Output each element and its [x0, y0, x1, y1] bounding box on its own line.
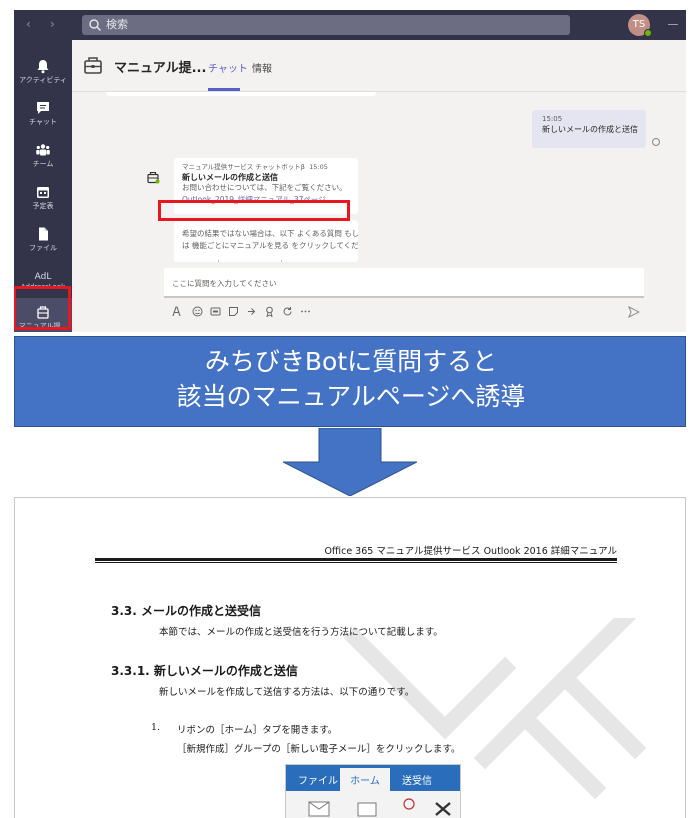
compose-toolbar [164, 302, 644, 324]
loop-icon[interactable] [282, 306, 293, 317]
ribbon-tab-home: ホーム [340, 768, 390, 791]
emoji-icon[interactable] [192, 306, 203, 317]
highlight-box-manual-link [158, 200, 350, 221]
minimize-icon[interactable] [668, 24, 678, 25]
message-time: 15:05 [542, 115, 563, 123]
explanation-banner: みちびきBotに質問すると 該当のマニュアルページへ誘導 [14, 336, 686, 427]
forward-icon[interactable]: › [50, 17, 55, 31]
followup-line: は 機能ごとにマニュアルを見る をクリックしてください。 [182, 241, 358, 250]
title-bar: ‹ › 検索 TS [14, 10, 686, 40]
step-text: リボンの［ホーム］タブを開きます。 [177, 725, 338, 736]
bot-avatar-icon [147, 171, 160, 184]
rail-item-calendar[interactable]: 予定表 [14, 178, 72, 218]
running-header: Office 365 マニュアル提供サービス Outlook 2016 詳細マニ… [324, 546, 617, 557]
sticker-icon[interactable] [228, 306, 239, 317]
step-number: 1. [151, 722, 161, 733]
rail-item-chat[interactable]: チャット [14, 94, 72, 134]
rail-label: 予定表 [32, 202, 54, 210]
tab-info[interactable]: 情報 [252, 60, 272, 75]
delete-icon [435, 802, 451, 816]
gif-icon[interactable] [210, 306, 221, 317]
new-email-icon [308, 801, 330, 817]
chat-icon [37, 102, 49, 114]
chat-pane: 15:05 新しいメールの作成と送信 マニュアル提供サービス チャットボットβ … [72, 92, 686, 262]
rail-item-files[interactable]: ファイル [14, 220, 72, 260]
header-rule [95, 558, 617, 561]
tab-active-indicator [208, 88, 240, 91]
previous-message-edge [106, 92, 376, 96]
outlook-ribbon-screenshot: ファイル ホーム 送受信 [285, 764, 461, 818]
bell-icon [37, 60, 49, 74]
file-icon [39, 227, 48, 241]
bot-message-intro: お問い合わせについては、下記をご覧ください。 [182, 183, 347, 192]
read-status-icon [652, 138, 660, 146]
step-text: ［新規作成］グループの［新しい電子メール］をクリックします。 [177, 744, 461, 755]
header-rule-thin [95, 562, 617, 563]
user-message[interactable]: 15:05 新しいメールの作成と送信 [532, 110, 646, 148]
send-later-icon[interactable] [246, 306, 257, 317]
ribbon-tab-send-receive: 送受信 [402, 776, 432, 787]
avatar-initials: TS [632, 19, 646, 30]
teams-icon [36, 144, 50, 156]
format-icon[interactable] [172, 306, 183, 317]
chat-title: マニュアル提... [114, 61, 207, 76]
rail-item-teams[interactable]: チーム [14, 136, 72, 176]
banner-line-2: 該当のマニュアルページへ誘導 [176, 382, 526, 411]
message-text: 新しいメールの作成と送信 [542, 125, 638, 134]
bot-message-time: 15:05 [309, 163, 328, 171]
rail-item-activity[interactable]: アクティビティ [14, 52, 72, 92]
manual-page: LE Office 365 マニュアル提供サービス Outlook 2016 詳… [14, 497, 686, 818]
presence-available-icon [644, 29, 652, 37]
rail-label: チャット [29, 118, 57, 126]
followup-line: 希望の結果ではない場合は、以下 よくある質問 もしく [182, 229, 358, 238]
send-icon[interactable] [628, 306, 640, 318]
search-icon [89, 19, 101, 31]
manual-bot-icon [84, 57, 102, 74]
highlight-box-manual-app [14, 286, 71, 330]
tab-chat[interactable]: チャット [208, 60, 248, 75]
faq-button[interactable] [218, 260, 282, 262]
rail-label: チーム [32, 160, 54, 168]
subsection-heading: 3.3.1. 新しいメールの作成と送信 [111, 664, 298, 678]
search-placeholder: 検索 [106, 18, 128, 31]
banner-line-1: みちびきBotに質問すると [204, 347, 498, 376]
ribbon-tab-home-label: ホーム [350, 776, 380, 787]
addresslook-logo-text: AdL [34, 272, 52, 282]
chat-header: マニュアル提... チャット 情報 [72, 40, 686, 92]
compose-placeholder: ここに質問を入力してください [172, 279, 277, 288]
bot-sender-name: マニュアル提供サービス チャットボットβ [182, 163, 305, 171]
ribbon-tab-file: ファイル [298, 776, 338, 787]
bot-followup-message: 希望の結果ではない場合は、以下 よくある質問 もしく は 機能ごとにマニュアルを… [174, 220, 358, 262]
calendar-icon [37, 187, 49, 198]
new-items-icon [357, 802, 377, 817]
praise-icon[interactable] [264, 306, 275, 317]
rail-label: アクティビティ [19, 76, 67, 84]
teams-window: ‹ › 検索 TS アクティビティ チャット チーム 予定表 ファイル AdL … [14, 10, 686, 332]
subsection-text: 新しいメールを作成して送信する方法は、以下の通りです。 [159, 687, 415, 698]
section-heading: 3.3. メールの作成と送受信 [111, 604, 261, 618]
rail-label: ファイル [29, 244, 57, 252]
back-icon[interactable]: ‹ [26, 17, 31, 31]
ignore-icon [403, 798, 415, 810]
section-text: 本節では、メールの作成と送受信を行う方法について記載します。 [159, 627, 443, 638]
down-arrow-icon [283, 428, 417, 496]
user-avatar[interactable]: TS [628, 14, 652, 37]
compose-box[interactable]: ここに質問を入力してください [164, 268, 644, 298]
search-input[interactable]: 検索 [82, 15, 570, 35]
more-icon[interactable] [300, 306, 311, 317]
bot-message-title: 新しいメールの作成と送信 [182, 173, 278, 182]
